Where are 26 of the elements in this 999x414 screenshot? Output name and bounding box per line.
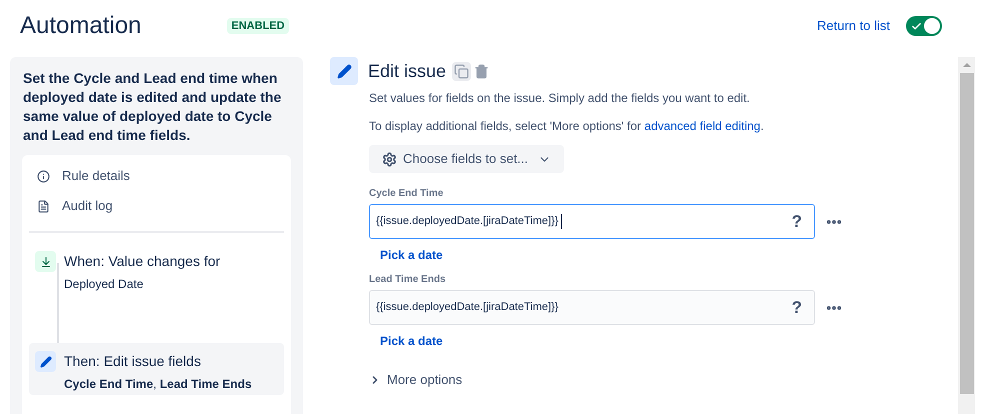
- step-title: Then: Edit issue fields: [64, 352, 202, 371]
- page-title: Automation: [20, 11, 142, 41]
- editor-description: Set values for fields on the issue. Simply add the fields you want to edit.: [369, 90, 751, 107]
- help-icon[interactable]: ?: [792, 294, 802, 320]
- choose-fields-button[interactable]: Choose fields to set...: [369, 145, 564, 173]
- rule-step[interactable]: Then: Edit issue fields Cycle End Time, Lead Time Ends: [29, 343, 284, 395]
- step-detail: Deployed Date: [64, 276, 144, 293]
- text-field[interactable]: {{issue.deployedDate.[jiraDateTime]}} ?: [369, 290, 815, 325]
- rule-step[interactable]: When: Value changes for Deployed Date: [29, 243, 284, 339]
- editor-note: To display additional fields, select 'More options' for advanced field editing.: [369, 118, 765, 135]
- field-label: Lead Time Ends: [369, 273, 447, 287]
- rule-description: Set the Cycle and Lead end time when deployed date is edited and update the same value of deployed date to Cycle and Lead end time fields.: [22, 69, 282, 145]
- step-detail: Cycle End Time, Lead Time Ends: [64, 376, 252, 393]
- pick-date-link[interactable]: Pick a date: [380, 246, 443, 264]
- help-icon[interactable]: ?: [792, 208, 802, 234]
- advanced-editing-link[interactable]: advanced field editing: [644, 119, 760, 133]
- menu-link[interactable]: Audit log: [62, 196, 113, 216]
- status-lozenge: ENABLED: [227, 18, 289, 34]
- pick-date-link[interactable]: Pick a date: [380, 332, 443, 350]
- menu-link[interactable]: Rule details: [62, 166, 130, 186]
- step-title: When: Value changes for: [64, 252, 220, 271]
- text-field[interactable]: {{issue.deployedDate.[jiraDateTime]}} ?: [369, 204, 815, 239]
- return-link[interactable]: Return to list: [817, 16, 890, 36]
- editor-title: Edit issue: [368, 60, 446, 82]
- more-options-toggle[interactable]: More options: [369, 370, 462, 390]
- field-label: Cycle End Time: [369, 187, 444, 201]
